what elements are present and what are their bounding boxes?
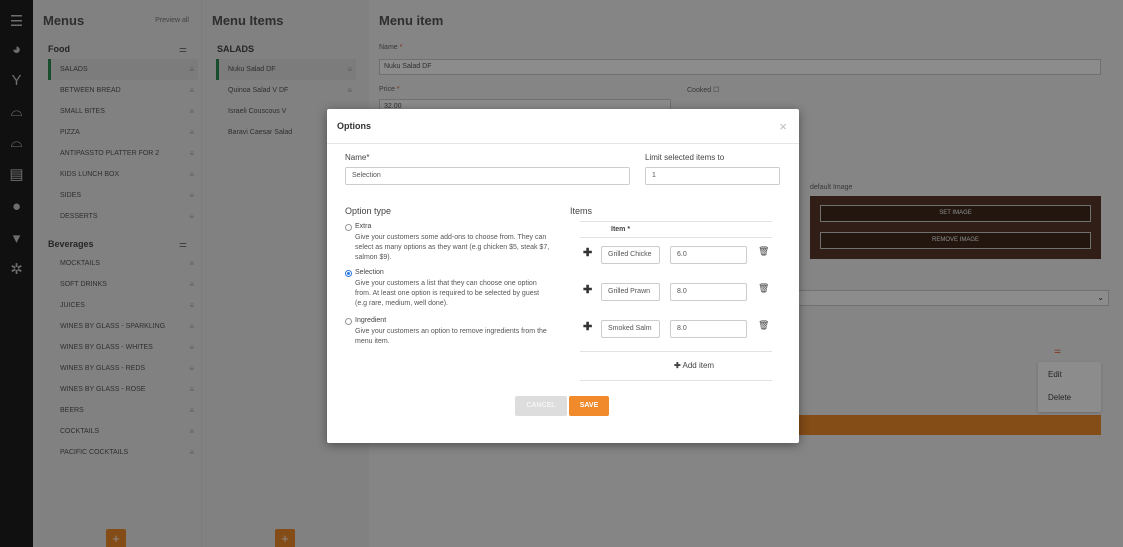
drag-handle-icon[interactable]: ✚ [583, 283, 592, 296]
add-item-button[interactable]: ✚ Add item [674, 361, 714, 370]
item-price-input[interactable]: 8.0 [670, 320, 747, 338]
item-name-input[interactable]: Grilled Chicke [601, 246, 660, 264]
modal-divider [327, 143, 799, 144]
drag-handle-icon[interactable]: ✚ [583, 246, 592, 259]
radio-selection[interactable] [345, 270, 352, 277]
limit-label: Limit selected items to [645, 153, 725, 162]
item-column-header: Item * [611, 226, 631, 233]
option-selection-name: Selection [355, 269, 384, 276]
option-extra-desc: Give your customers some add-ons to choo… [355, 234, 550, 261]
option-extra-name: Extra [355, 223, 372, 230]
trash-icon[interactable]: 🗑 [758, 320, 769, 331]
option-ingredient-desc: Give your customers an option to remove … [355, 328, 547, 345]
option-selection-desc: Give your customers a list that they can… [355, 280, 540, 307]
item-name-input[interactable]: Smoked Salm [601, 320, 660, 338]
add-item-label: Add item [682, 361, 715, 370]
option-name-label: Name* [345, 153, 370, 162]
option-ingredient-name: Ingredient [355, 317, 387, 324]
trash-icon[interactable]: 🗑 [758, 246, 769, 257]
item-price-input[interactable]: 8.0 [670, 283, 747, 301]
options-modal: Options × Name* Selection Limit selected… [327, 109, 799, 443]
option-name-input[interactable]: Selection [345, 167, 630, 185]
table-header-line [580, 237, 772, 238]
items-label: Items [570, 206, 593, 216]
trash-icon[interactable]: 🗑 [758, 283, 769, 294]
option-type-label: Option type [345, 206, 392, 216]
item-price-input[interactable]: 6.0 [670, 246, 747, 264]
table-bottom-line [580, 380, 772, 381]
radio-ingredient[interactable] [345, 318, 352, 325]
modal-title: Options [337, 121, 371, 131]
cancel-button[interactable]: CANCEL [515, 396, 567, 416]
plus-icon: ✚ [674, 361, 681, 370]
table-row-line [580, 351, 772, 352]
save-button[interactable]: SAVE [569, 396, 609, 416]
limit-input[interactable]: 1 [645, 167, 780, 185]
drag-handle-icon[interactable]: ✚ [583, 320, 592, 333]
item-name-input[interactable]: Grilled Prawn [601, 283, 660, 301]
radio-extra[interactable] [345, 224, 352, 231]
table-top-line [580, 221, 772, 222]
close-icon[interactable]: × [779, 119, 787, 134]
